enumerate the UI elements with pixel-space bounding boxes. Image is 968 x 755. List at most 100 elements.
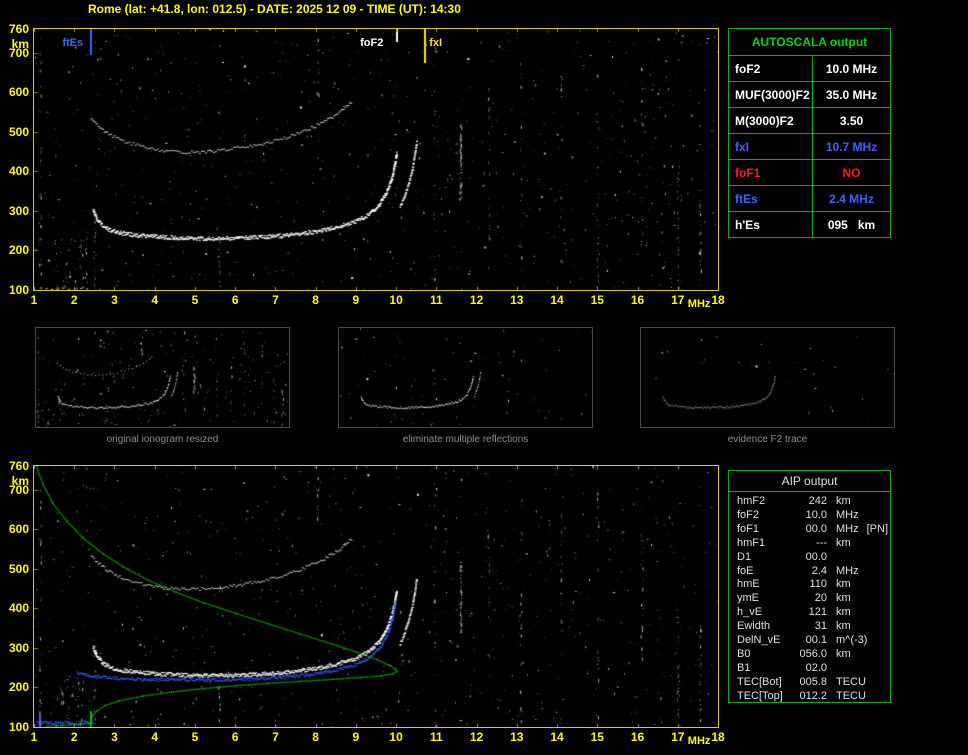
thumbnail-caption: eliminate multiple reflections	[338, 434, 593, 445]
param-unit: m^(-3)	[836, 634, 867, 648]
param-value: 095 km	[813, 212, 891, 238]
ytick-label: 760	[9, 22, 29, 36]
param-value: 35.0 MHz	[813, 82, 891, 108]
param-value: 3.50	[813, 108, 891, 134]
aip-row: DelN_vE00.1m^(-3)	[737, 634, 890, 648]
ionogram-plot	[33, 28, 719, 291]
aip-row: D100.0	[737, 551, 890, 565]
param-name: hmF2	[737, 495, 793, 509]
ytick-label: 300	[9, 641, 29, 655]
param-name: hmF1	[737, 537, 793, 551]
aip-row: h_vE121km	[737, 606, 890, 620]
param-value: 242	[793, 495, 827, 509]
param-name: foF1	[737, 523, 793, 537]
param-name: foE	[737, 565, 793, 579]
autoscala-row: ftEs 2.4 MHz	[729, 186, 891, 212]
xtick-label: 12	[470, 730, 483, 744]
param-value: 31	[793, 620, 827, 634]
param-name: fxI	[729, 134, 813, 160]
param-name: foF2	[729, 56, 813, 82]
param-name: MUF(3000)F2	[729, 82, 813, 108]
ytick-label: 700	[9, 46, 29, 60]
xtick-label: 13	[510, 293, 523, 307]
xtick-label: 9	[353, 293, 360, 307]
xtick-label: 7	[272, 730, 279, 744]
xtick-label: 14	[550, 293, 563, 307]
param-name: B1	[737, 662, 793, 676]
param-value: 005.8	[793, 676, 827, 690]
autoscala-row: foF2 10.0 MHz	[729, 56, 891, 82]
aip-table-title: AIP output	[729, 471, 890, 492]
xtick-label: 6	[232, 293, 239, 307]
xtick-label: 18	[711, 293, 724, 307]
thumbnail-f2-evidence-canvas	[640, 327, 895, 428]
param-unit: km	[836, 537, 851, 551]
xtick-label: 15	[591, 730, 604, 744]
param-name: h_vE	[737, 606, 793, 620]
param-name: TEC[Bot]	[737, 676, 793, 690]
xtick-label: 12	[470, 293, 483, 307]
aip-row: B0056.0km	[737, 648, 890, 662]
param-value: 02.0	[793, 662, 827, 676]
aip-row: foF210.0MHz	[737, 509, 890, 523]
xtick-label: 1	[31, 293, 38, 307]
param-value: 00.0	[793, 551, 827, 565]
ytick-label: 100	[9, 283, 29, 297]
param-value: 00.1	[793, 634, 827, 648]
param-unit: km	[836, 578, 851, 592]
autoscala-table-title: AUTOSCALA output	[729, 29, 891, 56]
ytick-label: 600	[9, 522, 29, 536]
param-value: ---	[793, 537, 827, 551]
thumbnail-caption: original ionogram resized	[35, 434, 290, 445]
param-unit: TECU	[836, 690, 866, 704]
param-name: TEC[Top]	[737, 690, 793, 704]
xtick-label: 11	[430, 293, 443, 307]
autoscala-row: fxI 10.7 MHz	[729, 134, 891, 160]
ytick-label: 200	[9, 680, 29, 694]
aip-row: TEC[Top]012.2 TECU	[737, 690, 890, 704]
param-name: h'Es	[729, 212, 813, 238]
param-name: ftEs	[729, 186, 813, 212]
xtick-label: 10	[389, 293, 402, 307]
xtick-label: 14	[550, 730, 563, 744]
param-value: 10.0	[793, 509, 827, 523]
param-value: 121	[793, 606, 827, 620]
xtick-label: 2	[71, 730, 78, 744]
ytick-label: 500	[9, 562, 29, 576]
param-name: B0	[737, 648, 793, 662]
ytick-label: 500	[9, 125, 29, 139]
param-unit: km	[836, 495, 851, 509]
aip-output-table: AIP output hmF2242km foF210.0MHz foF100.…	[728, 470, 891, 703]
autoscala-row: MUF(3000)F2 35.0 MHz	[729, 82, 891, 108]
ionogram-canvas	[34, 29, 718, 290]
param-name: Ewidth	[737, 620, 793, 634]
xtick-label: 11	[430, 730, 443, 744]
xtick-label: 4	[151, 293, 158, 307]
param-name: ymE	[737, 592, 793, 606]
param-value: 10.7 MHz	[813, 134, 891, 160]
aip-row: Ewidth31km	[737, 620, 890, 634]
aip-row: B102.0	[737, 662, 890, 676]
ytick-label: 600	[9, 85, 29, 99]
ytick-label: 100	[9, 720, 29, 734]
autoscala-output-table: AUTOSCALA output foF2 10.0 MHz MUF(3000)…	[728, 28, 891, 238]
aip-row: foE2.4MHz	[737, 565, 890, 579]
x-axis-unit: MHz	[688, 735, 711, 747]
param-name: foF2	[737, 509, 793, 523]
xtick-label: 6	[232, 730, 239, 744]
param-unit: MHz	[836, 565, 859, 579]
param-unit: km	[836, 648, 851, 662]
param-value: 012.2	[793, 690, 827, 704]
xtick-label: 17	[671, 730, 684, 744]
ytick-label: 400	[9, 601, 29, 615]
thumbnail-f2-evidence: evidence F2 trace	[640, 327, 895, 445]
autoscala-row: h'Es 095 km	[729, 212, 891, 238]
aip-row: ymE20km	[737, 592, 890, 606]
aip-row: hmE110km	[737, 578, 890, 592]
thumbnail-original-ionogram: original ionogram resized	[35, 327, 290, 445]
param-name: foF1	[729, 160, 813, 186]
ytick-label: 300	[9, 204, 29, 218]
param-value: 10.0 MHz	[813, 56, 891, 82]
xtick-label: 8	[312, 293, 319, 307]
xtick-label: 10	[389, 730, 402, 744]
